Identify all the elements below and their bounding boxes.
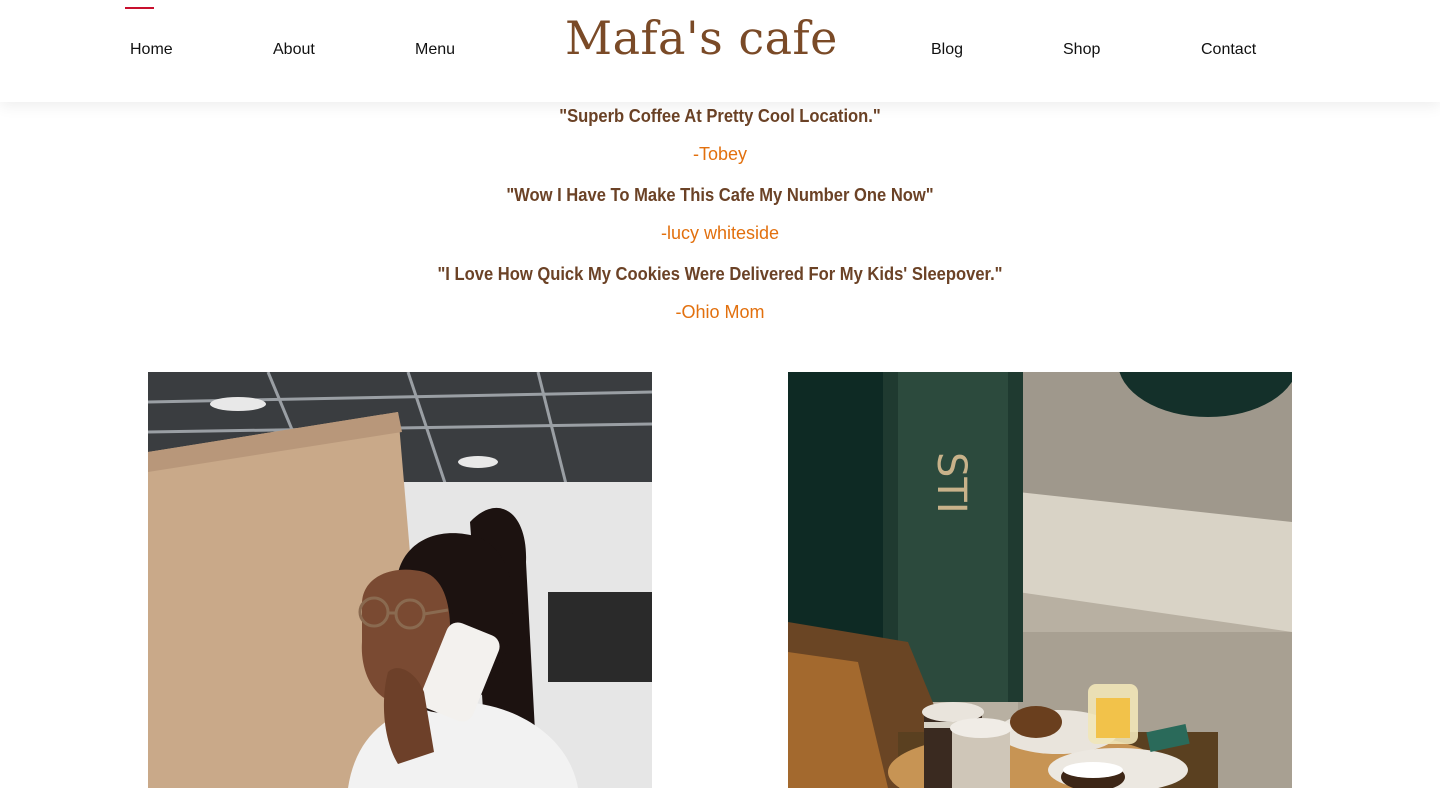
site-logo[interactable]: Mafa's cafe [565, 6, 837, 70]
nav-about[interactable]: About [273, 41, 315, 59]
testimonial-quote: "Superb Coffee At Pretty Cool Location." [559, 106, 881, 126]
coffee-and-pastries-photo: STI [788, 372, 1292, 788]
testimonial-quote: "I Love How Quick My Cookies Were Delive… [437, 264, 1003, 284]
active-nav-indicator [125, 7, 154, 9]
testimonial-quote: "Wow I Have To Make This Cafe My Number … [506, 185, 934, 205]
nav-shop[interactable]: Shop [1063, 41, 1100, 59]
svg-text:STI: STI [928, 452, 974, 514]
testimonial-author: -lucy whiteside [660, 223, 780, 243]
woman-on-phone-photo [148, 372, 652, 788]
nav-contact[interactable]: Contact [1201, 41, 1256, 59]
nav-menu[interactable]: Menu [415, 41, 455, 59]
nav-blog[interactable]: Blog [931, 41, 963, 59]
nav-home[interactable]: Home [130, 41, 173, 59]
testimonial-author: -Tobey [692, 144, 748, 164]
site-header: Home About Menu Mafa's cafe Blog Shop Co… [0, 0, 1440, 102]
testimonial-author: -Ohio Mom [675, 302, 765, 322]
